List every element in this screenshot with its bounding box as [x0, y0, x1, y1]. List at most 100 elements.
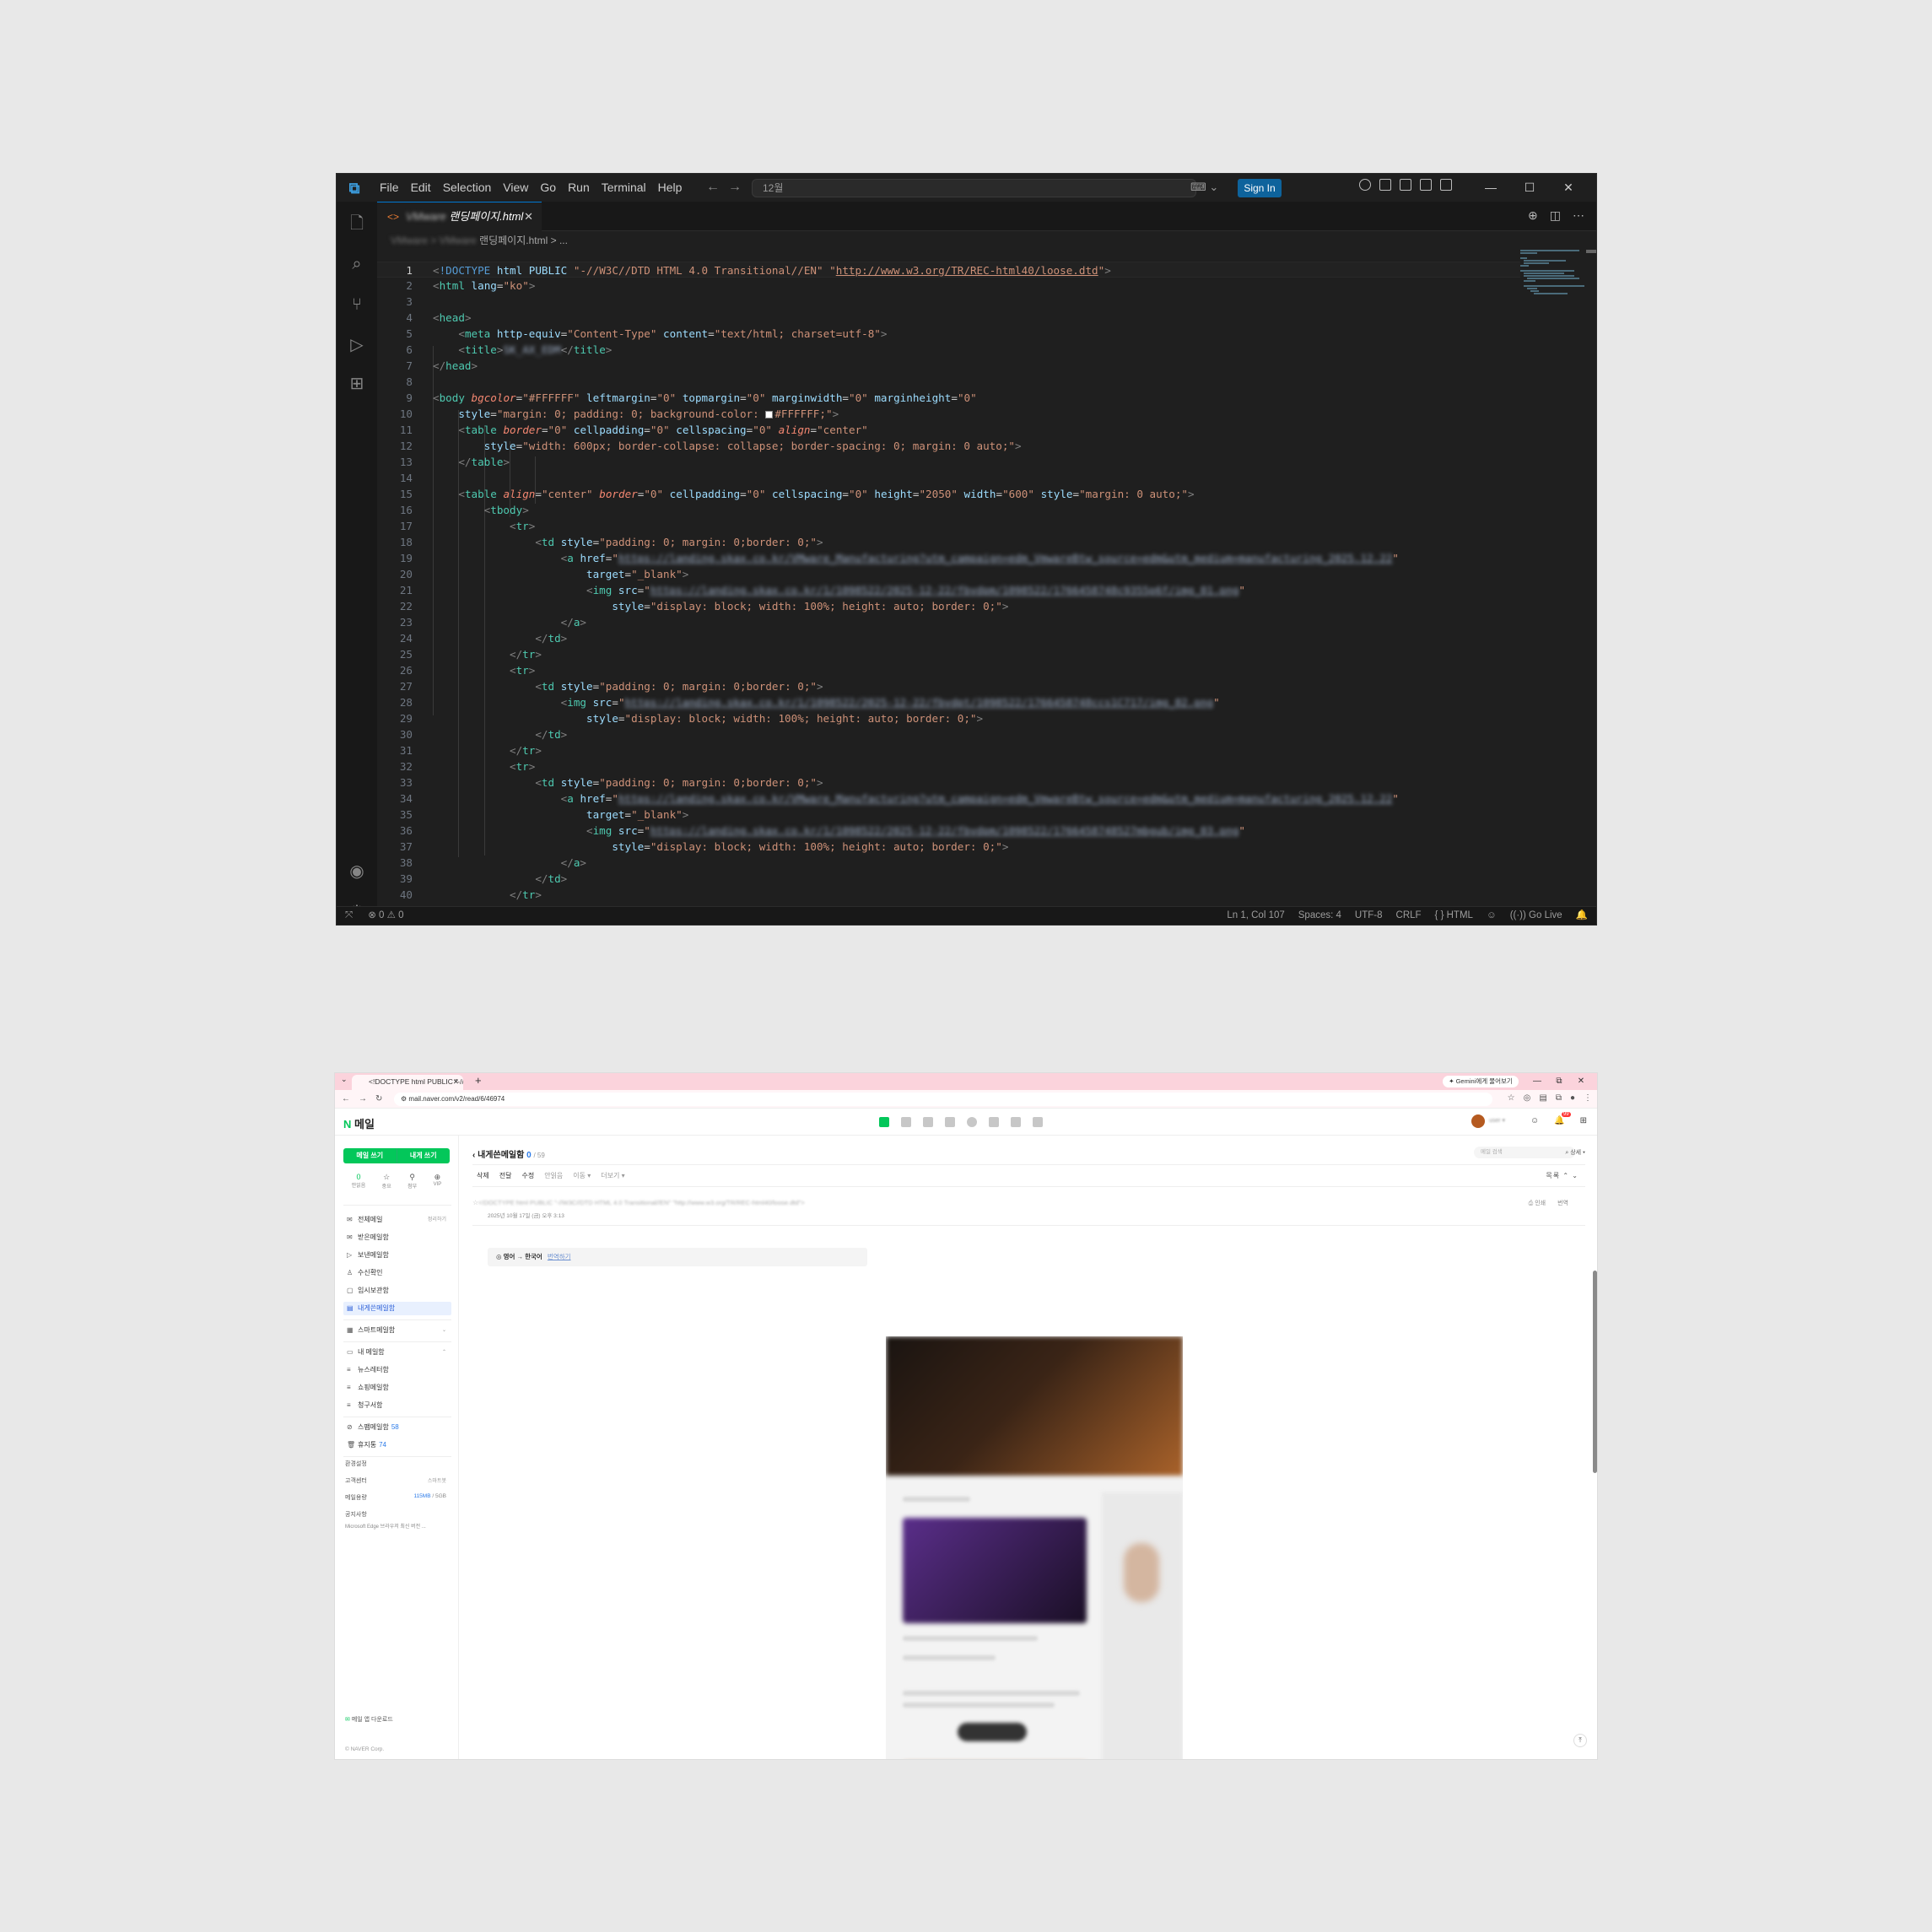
toggle-panel-icon[interactable] — [1420, 179, 1432, 191]
indentation[interactable]: Spaces: 4 — [1298, 907, 1341, 925]
menu-terminal[interactable]: Terminal — [596, 174, 652, 202]
mark-unread-button[interactable]: 안읽음 — [544, 1171, 563, 1180]
command-center-search[interactable]: 12월 — [752, 179, 1196, 197]
tab-landing-page[interactable]: <> VMware 랜딩페이지.html ✕ — [377, 202, 542, 231]
mail-search-input[interactable]: 메일 검색 — [1474, 1147, 1575, 1158]
notification-bell-icon[interactable]: 🔔 99 — [1554, 1112, 1571, 1125]
folder-shopping[interactable]: ≡ 쇼핑메일함 — [343, 1381, 451, 1395]
cursor-position[interactable]: Ln 1, Col 107 — [1227, 907, 1284, 925]
customize-layout-icon[interactable] — [1379, 179, 1391, 191]
browser-tab[interactable]: <!DOCTYPE html PUBLIC "-//W ✕ — [352, 1075, 463, 1090]
mail-body-image[interactable] — [886, 1336, 1183, 1759]
menu-go[interactable]: Go — [534, 174, 562, 202]
bookmark-star-icon[interactable]: ☆ — [1508, 1093, 1515, 1103]
reload-icon[interactable]: ↻ — [375, 1094, 382, 1104]
write-mail-button[interactable]: 메일 쓰기 — [343, 1148, 397, 1163]
extensions-icon[interactable]: ⊞ — [347, 374, 367, 394]
breadcrumb-file[interactable]: 랜딩페이지.html — [479, 235, 548, 246]
back-arrow-icon[interactable]: ← — [706, 180, 728, 194]
filter-vip[interactable]: ⊕ VIP — [434, 1173, 442, 1190]
folder-newsletter[interactable]: ≡ 뉴스레터함 — [343, 1363, 451, 1377]
settings-link[interactable]: 환경설정 — [345, 1460, 367, 1468]
problems-indicator[interactable]: ⊗ 0 ⚠ 0 — [368, 907, 403, 925]
remote-icon[interactable]: ⤧ — [345, 907, 353, 925]
menu-selection[interactable]: Selection — [437, 174, 498, 202]
more-actions-icon[interactable]: ⋯ — [1573, 208, 1584, 223]
support-link[interactable]: 고객센터 스마트봇 — [345, 1476, 446, 1485]
user-name[interactable]: user ▾ — [1489, 1117, 1505, 1124]
run-debug-icon[interactable]: ▷ — [347, 335, 367, 355]
promo-card[interactable] — [903, 1518, 1087, 1623]
toggle-primary-sidebar-icon[interactable] — [1400, 179, 1411, 191]
extension-icon[interactable]: ▤ — [1539, 1093, 1546, 1103]
profile-icon[interactable]: ● — [1570, 1093, 1575, 1103]
calendar-service-icon[interactable] — [901, 1117, 911, 1127]
folder-spam[interactable]: ⊘ 스팸메일함 58 — [343, 1421, 451, 1434]
filter-important[interactable]: ☆ 중요 — [382, 1173, 391, 1190]
search-icon[interactable]: ⌕ — [347, 254, 367, 274]
source-control-icon[interactable]: ⑂ — [347, 294, 367, 315]
back-icon[interactable]: ← — [342, 1094, 350, 1104]
menu-kebab-icon[interactable]: ⋮ — [1584, 1093, 1592, 1103]
folder-drafts[interactable]: ▢ 임시보관함 — [343, 1284, 451, 1298]
sign-in-button[interactable]: Sign In — [1238, 179, 1282, 197]
mail-service-icon[interactable] — [879, 1117, 889, 1127]
menu-help[interactable]: Help — [652, 174, 688, 202]
forward-arrow-icon[interactable]: → — [728, 180, 750, 194]
list-nav[interactable]: 목록 ⌃ ⌄ — [1546, 1171, 1579, 1180]
mailbox-title[interactable]: ‹ 내게쓴메일함 0 / 59 — [472, 1147, 545, 1160]
translate-lang[interactable]: 영어 → 한국어 — [504, 1253, 542, 1260]
folder-trash[interactable]: 🗑 휴지통 74 — [343, 1438, 451, 1452]
office-service-icon[interactable] — [1011, 1117, 1021, 1127]
avatar[interactable] — [1471, 1114, 1485, 1128]
note-service-icon[interactable] — [989, 1117, 999, 1127]
apps-grid-icon[interactable]: ⊞ — [1580, 1116, 1587, 1125]
explorer-icon[interactable]: 🗋 — [347, 213, 367, 234]
copilot-icon[interactable]: ⌨ ⌄ — [1190, 181, 1218, 194]
breadcrumb-folder[interactable]: VMware > VMware — [391, 235, 477, 246]
mybox-service-icon[interactable] — [967, 1117, 977, 1127]
search-detail-button[interactable]: ⌕ 상세 ▾ — [1565, 1148, 1585, 1157]
minimap[interactable] — [1520, 250, 1584, 300]
split-editor-icon[interactable]: ◫ — [1550, 208, 1561, 223]
contacts-service-icon[interactable] — [945, 1117, 955, 1127]
gemini-button[interactable]: ✦ Gemini에게 물어보기 — [1443, 1076, 1519, 1087]
translate-link[interactable]: 번역하기 — [548, 1253, 571, 1260]
notice-link[interactable]: 공지사항 — [345, 1510, 367, 1519]
menu-edit[interactable]: Edit — [405, 174, 437, 202]
tab-close-icon[interactable]: ✕ — [453, 1075, 459, 1089]
folder-inbox[interactable]: ✉ 받은메일함 — [343, 1231, 451, 1244]
breadcrumb-rest[interactable]: > ... — [551, 235, 568, 246]
folder-smart[interactable]: ▦ 스마트메일함 ⌄ — [343, 1324, 451, 1337]
print-button[interactable]: ⎙ 인쇄 — [1529, 1199, 1546, 1207]
accounts-pie-icon[interactable] — [1359, 179, 1371, 191]
cta-button[interactable] — [958, 1723, 1027, 1741]
tab-list-icon[interactable]: ⌄ — [341, 1075, 348, 1084]
translate-button[interactable]: 번역 — [1557, 1199, 1568, 1207]
editor-scrollbar[interactable] — [1584, 250, 1596, 906]
edit-button[interactable]: 수정 — [521, 1171, 534, 1180]
folder-read-receipt[interactable]: ♙ 수신확인 — [343, 1266, 451, 1280]
app-download-link[interactable]: ✉ 메일 앱 다운로드 — [345, 1715, 393, 1724]
scrollbar-thumb[interactable] — [1586, 250, 1596, 253]
move-button[interactable]: 이동 ▾ — [573, 1171, 591, 1180]
write-self-button[interactable]: 내게 쓰기 — [397, 1148, 450, 1163]
encoding[interactable]: UTF-8 — [1355, 907, 1383, 925]
folder-my[interactable]: ▭ 내 메일함 ⌃ — [343, 1346, 451, 1359]
new-tab-icon[interactable]: + — [475, 1074, 482, 1087]
filter-unread[interactable]: 0 안읽음 — [352, 1173, 366, 1190]
address-bar[interactable]: ⚙ mail.naver.com/v2/read/6/46974 — [394, 1093, 1492, 1106]
folder-all-mail[interactable]: ✉ 전체메일 정리하기 — [343, 1213, 451, 1227]
menu-file[interactable]: File — [374, 174, 405, 202]
copilot-status-icon[interactable]: ☺ — [1487, 907, 1497, 925]
go-live-button[interactable]: ((·)) Go Live — [1510, 907, 1562, 925]
notifications-bell-icon[interactable]: 🔔 — [1576, 907, 1588, 925]
end-of-line[interactable]: CRLF — [1396, 907, 1422, 925]
page-scrollbar[interactable] — [1593, 1271, 1597, 1473]
toggle-secondary-sidebar-icon[interactable] — [1440, 179, 1452, 191]
menu-run[interactable]: Run — [562, 174, 596, 202]
menu-view[interactable]: View — [497, 174, 534, 202]
code-editor[interactable]: 1 <!DOCTYPE html PUBLIC "-//W3C//DTD HTML… — [377, 250, 1520, 906]
naver-mail-logo[interactable]: N 메일 — [343, 1115, 375, 1131]
hero-banner[interactable] — [886, 1336, 1183, 1476]
